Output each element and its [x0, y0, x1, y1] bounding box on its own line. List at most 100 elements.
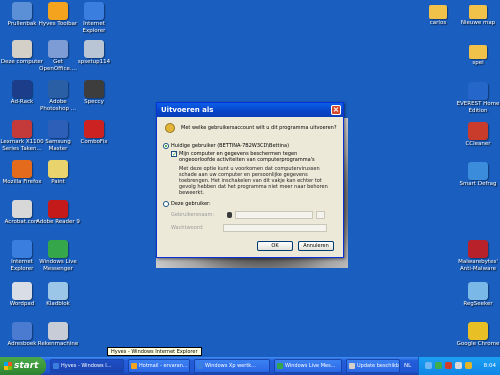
- desktop-icon[interactable]: Google Chrome: [456, 322, 500, 348]
- network-icon[interactable]: [425, 362, 432, 369]
- protect-checkbox[interactable]: ✓: [171, 151, 177, 158]
- antivirus-tray-icon[interactable]: [445, 362, 452, 369]
- start-label: start: [14, 361, 39, 371]
- folder-icon: [429, 5, 447, 19]
- messenger-tray-icon[interactable]: [435, 362, 442, 369]
- start-button[interactable]: start: [0, 357, 46, 375]
- desktop-icon-label: Google Chrome: [456, 341, 500, 347]
- desktop-icon[interactable]: Rekenmachine: [36, 322, 80, 348]
- desktop-icon[interactable]: Kladblok: [36, 282, 80, 308]
- desktop-icon-label: spel: [472, 60, 484, 66]
- desktop-icon[interactable]: Speccy: [72, 80, 116, 106]
- app-icon: [277, 363, 283, 369]
- password-label: Wachtwoord:: [171, 225, 204, 231]
- desktop-icon-label: EVEREST Home Edition: [456, 101, 500, 114]
- internet-explorer-icon: [84, 2, 104, 20]
- desktop-icon[interactable]: Smart Defrag: [456, 162, 500, 188]
- ccleaner-icon: [468, 122, 488, 140]
- desktop-icon[interactable]: Adobe Reader 9: [36, 200, 80, 226]
- regseeker-icon: [468, 282, 488, 300]
- taskbar-button[interactable]: Windows Xp wertk...: [194, 359, 270, 373]
- current-user-radio[interactable]: [163, 143, 169, 149]
- firefox-icon: [12, 160, 32, 178]
- shield-icon[interactable]: [465, 362, 472, 369]
- taskbar-button[interactable]: Update beschikbaa...: [346, 359, 400, 373]
- desktop-icon[interactable]: RegSeeker: [456, 282, 500, 308]
- current-user-label: Huidige gebruiker (BETTINA-7B2W3CD\Betti…: [171, 143, 290, 149]
- speccy-icon: [84, 80, 104, 98]
- adaware-icon: [12, 80, 32, 98]
- protect-note: Met deze optie kunt u voorkomen dat comp…: [179, 166, 328, 196]
- browse-button[interactable]: [316, 211, 325, 219]
- desktop-icon-label: Rekenmachine: [37, 341, 79, 347]
- desktop-icon[interactable]: Nieuwe map: [456, 2, 500, 27]
- desktop-icon-label: Windows Live Messenger: [39, 259, 77, 272]
- desktop-icon-label: Paint: [51, 179, 65, 185]
- desktop-icon[interactable]: spel: [456, 42, 500, 67]
- photoshop-icon: [48, 80, 68, 98]
- malwarebytes-icon: [468, 240, 488, 258]
- defrag-icon: [468, 162, 488, 180]
- run-as-dialog: Uitvoeren als × Met welke gebruikersacco…: [156, 102, 344, 258]
- app-icon: [349, 363, 355, 369]
- folder-icon: [469, 45, 487, 59]
- dialog-title-bar[interactable]: Uitvoeren als ×: [157, 103, 343, 117]
- internet-explorer-icon: [12, 240, 32, 258]
- addressbook-icon: [12, 322, 32, 340]
- ok-button[interactable]: OK: [257, 241, 293, 251]
- dialog-prompt: Met welke gebruikersaccount wilt u dit p…: [181, 125, 337, 131]
- everest-icon: [468, 82, 488, 100]
- desktop-icon-label: ComboFix: [80, 139, 108, 145]
- taskbar-tooltip: Hyves - Windows Internet Explorer: [107, 347, 202, 356]
- messenger-icon: [48, 240, 68, 258]
- app-icon: [197, 363, 203, 369]
- desktop-icon[interactable]: Internet Explorer: [72, 2, 116, 34]
- password-field[interactable]: [223, 224, 327, 232]
- paint-icon: [48, 160, 68, 178]
- desktop-icon[interactable]: spsetup114: [72, 40, 116, 66]
- desktop-icon-label: Kladblok: [46, 301, 70, 307]
- desktop-icon[interactable]: Paint: [36, 160, 80, 186]
- taskbar-button[interactable]: Windows Live Mes...: [274, 359, 342, 373]
- recycle-bin-icon: [12, 2, 32, 20]
- desktop-icon-label: RegSeeker: [463, 301, 493, 307]
- desktop-icon[interactable]: ComboFix: [72, 120, 116, 146]
- username-field[interactable]: [235, 211, 313, 219]
- desktop-icon[interactable]: Windows Live Messenger: [36, 240, 80, 272]
- desktop-icon[interactable]: CCleaner: [456, 122, 500, 148]
- adobe-reader-icon: [48, 200, 68, 218]
- acrobat-icon: [12, 200, 32, 218]
- close-icon[interactable]: ×: [331, 105, 341, 115]
- desktop-icon-label: Speccy: [84, 99, 104, 105]
- windows-logo-icon: [4, 362, 12, 370]
- clock[interactable]: 8:04: [484, 357, 496, 375]
- other-user-radio[interactable]: [163, 201, 169, 207]
- key-icon: [165, 123, 175, 133]
- printer-icon: [12, 120, 32, 138]
- computer-icon: [12, 40, 32, 58]
- volume-icon[interactable]: [455, 362, 462, 369]
- desktop-icon-label: carlos: [429, 20, 447, 26]
- taskbar-button[interactable]: Hyves - Windows I...: [50, 359, 124, 373]
- taskbar-button[interactable]: Hotmail - ervaran...: [128, 359, 190, 373]
- desktop-icon-label: Internet Explorer: [82, 21, 106, 34]
- desktop-icon[interactable]: Malwarebytes' Anti-Malware: [456, 240, 500, 272]
- other-user-label: Deze gebruiker:: [171, 201, 211, 207]
- desktop-icon-label: Adobe Reader 9: [36, 219, 80, 225]
- taskbar-button-label: Windows Live Mes...: [285, 363, 336, 369]
- hyves-icon: [48, 2, 68, 20]
- chrome-icon: [468, 322, 488, 340]
- wordpad-icon: [12, 282, 32, 300]
- desktop-icon[interactable]: carlos: [416, 2, 460, 27]
- app-icon: [131, 363, 137, 369]
- setup-icon: [84, 40, 104, 58]
- cancel-button[interactable]: Annuleren: [298, 241, 334, 251]
- taskbar-button-label: Update beschikbaa...: [357, 363, 399, 369]
- desktop-icon-label: spsetup114: [77, 59, 111, 65]
- language-indicator[interactable]: NL: [404, 360, 411, 372]
- samsung-icon: [48, 120, 68, 138]
- taskbar-button-label: Hyves - Windows I...: [61, 363, 112, 369]
- desktop-icon[interactable]: EVEREST Home Edition: [456, 82, 500, 114]
- protect-label: Mijn computer en gegevens beschermen teg…: [179, 151, 315, 163]
- dialog-title: Uitvoeren als: [161, 106, 214, 114]
